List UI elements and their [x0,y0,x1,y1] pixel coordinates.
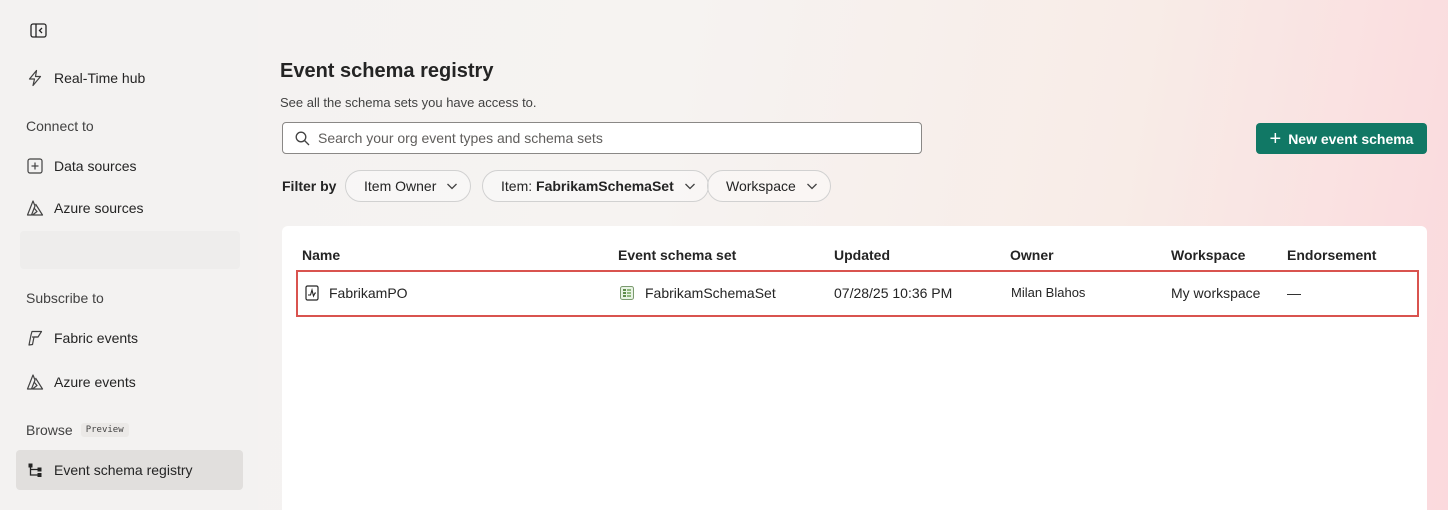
column-header-event-schema-set[interactable]: Event schema set [618,247,736,263]
section-browse-label: Browse [26,422,73,438]
sidebar-placeholder [20,231,240,269]
filter-item[interactable]: Item: FabrikamSchemaSet [482,170,709,202]
chevron-down-icon [684,182,696,190]
cell-workspace: My workspace [1171,285,1261,301]
column-header-updated[interactable]: Updated [834,247,890,263]
sidebar-item-label: Real-Time hub [54,70,146,86]
search-box[interactable] [282,122,922,154]
column-header-name[interactable]: Name [302,247,340,263]
section-browse: Browse Preview [26,422,129,438]
page-title: Event schema registry [280,60,494,82]
chevron-down-icon [446,182,458,190]
sidebar-item-fabric-events[interactable]: Fabric events [16,318,243,358]
search-icon [295,131,310,146]
page-subtitle: See all the schema sets you have access … [280,95,537,110]
plus-square-icon [26,157,44,175]
schema-set-icon [619,285,635,301]
filter-item-owner-label: Item Owner [364,178,437,194]
cell-name[interactable]: FabrikamPO [305,285,408,301]
cell-name-text: FabrikamPO [329,285,408,301]
schema-tree-icon [26,461,44,479]
sidebar-item-azure-sources[interactable]: Azure sources [16,188,243,228]
chevron-down-icon [806,182,818,190]
filter-workspace[interactable]: Workspace [707,170,831,202]
sidebar: Real-Time hub Connect to Data sources Az… [0,0,258,510]
collapse-sidebar-icon[interactable] [30,23,47,38]
schema-table [282,226,1427,510]
filter-label: Filter by [282,178,337,194]
sidebar-item-label: Fabric events [54,330,139,346]
cell-schema-set[interactable]: FabrikamSchemaSet [619,285,776,301]
column-header-workspace[interactable]: Workspace [1171,247,1245,263]
filter-item-value: FabrikamSchemaSet [536,178,674,194]
lightning-icon [26,69,44,87]
fabric-icon [26,329,44,347]
azure-icon [26,199,44,217]
sidebar-item-label: Azure sources [54,200,144,216]
sidebar-item-data-sources[interactable]: Data sources [16,146,243,186]
section-subscribe-to: Subscribe to [26,290,104,306]
section-connect-to: Connect to [26,118,94,134]
search-input[interactable] [318,130,921,146]
new-event-schema-label: New event schema [1288,130,1414,147]
sidebar-item-event-schema-registry[interactable]: Event schema registry [16,450,243,490]
filter-item-prefix: Item: [501,178,537,194]
column-header-owner[interactable]: Owner [1010,247,1054,263]
filter-workspace-label: Workspace [726,178,796,194]
column-header-endorsement[interactable]: Endorsement [1287,247,1376,263]
event-schema-icon [305,285,319,301]
sidebar-item-real-time-hub[interactable]: Real-Time hub [16,58,243,98]
cell-endorsement: — [1287,285,1301,301]
sidebar-item-label: Event schema registry [54,462,193,478]
sidebar-item-azure-events[interactable]: Azure events [16,362,243,402]
cell-schema-set-text: FabrikamSchemaSet [645,285,776,301]
preview-badge: Preview [80,423,129,437]
sidebar-item-label: Data sources [54,158,137,174]
cell-updated: 07/28/25 10:36 PM [834,285,953,301]
new-event-schema-button[interactable]: + New event schema [1256,123,1427,154]
cell-owner: Milan Blahos [1011,285,1086,300]
sidebar-item-label: Azure events [54,374,136,390]
filter-item-owner[interactable]: Item Owner [345,170,472,202]
plus-icon: + [1269,127,1282,150]
azure-icon [26,373,44,391]
